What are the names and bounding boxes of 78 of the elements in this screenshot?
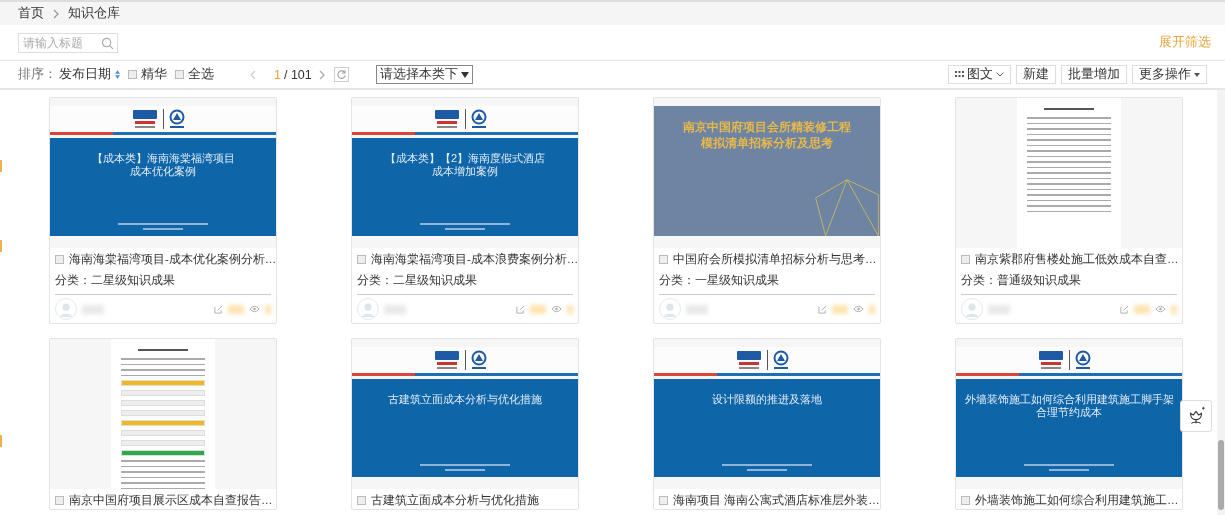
edit-icon [818,304,827,314]
checkbox[interactable] [175,70,184,79]
card-title[interactable]: 古建筑立面成本分析与优化措施 [371,492,539,508]
category-text: 分类：普通级知识成果 [961,272,1177,295]
checkbox[interactable] [961,495,970,505]
document-card[interactable]: 南京中国府项目展示区成本自查报告… [49,338,277,510]
breadcrumb-link[interactable]: 知识仓库 [68,5,120,22]
view-mode-button[interactable]: 图文 [948,65,1011,84]
card-title[interactable]: 海南海棠福湾项目-成本浪费案例分析… [371,251,579,267]
document-card[interactable]: 南京中国府项目会所精装修工程 模拟清单招标分析及思考 中国府会所模拟清单招标分析与思考… 分类：一星级知识成果 [653,97,881,324]
document-card[interactable]: 古建筑立面成本分析与优化措施 古建筑立面成本分析与优化措施 [351,338,579,510]
edit-icon [214,304,223,314]
dropdown-arrow-icon [460,71,469,78]
eye-icon [249,305,260,313]
grid-icon [955,71,964,78]
category-dropdown[interactable]: 请选择本类下 [375,65,473,84]
eye-icon [1155,305,1166,313]
document-card[interactable]: 外墙装饰施工如何综合利用建筑施工脚手架 合理节约成本 外墙装饰施工如何综合利用建筑施工… [955,338,1183,510]
checkbox[interactable] [55,254,64,264]
blurred-count [1134,304,1150,314]
category-text: 分类：二星级知识成果 [357,272,573,295]
slide-title: 南京中国府项目会所精装修工程 模拟清单招标分析及思考 [683,120,851,152]
card-title[interactable]: 外墙装饰施工如何综合利用建筑施工… [975,492,1179,508]
chevron-down-icon [996,72,1004,77]
slide-title: 外墙装饰施工如何综合利用建筑施工脚手架 合理节约成本 [964,393,1174,420]
category-text: 分类：一星级知识成果 [659,272,875,295]
blurred-count [1171,304,1177,314]
edit-icon [1120,304,1129,314]
card-title[interactable]: 海南海棠福湾项目-成本优化案例分析… [69,251,277,267]
more-actions-button[interactable]: 更多操作 [1132,65,1207,84]
eye-icon [853,305,864,313]
checkbox[interactable] [128,70,137,79]
caret-icon [1194,72,1200,77]
sort-field-button[interactable]: 发布日期 [59,66,111,83]
card-title[interactable]: 南京中国府项目展示区成本自查报告… [69,492,273,508]
blurred-count [265,304,271,314]
document-card[interactable]: 【成本类】【2】海南度假式酒店 成本增加案例 海南海棠福湾项目-成本浪费案例分析… 分类：二星级知识成果 [351,97,579,324]
sort-label: 排序： [18,66,57,83]
page-total: / 101 [283,67,312,82]
document-card[interactable]: 【成本类】海南海棠福湾项目 成本优化案例 海南海棠福湾项目-成本优化案例分析… 分类：二星级知识成果 [49,97,277,324]
card-title[interactable]: 海南项目 海南公寓式酒店标准层外装… [673,492,880,508]
edit-icon [516,304,525,314]
checkbox[interactable] [961,254,970,264]
refresh-icon[interactable] [333,67,349,82]
checkbox[interactable] [55,495,64,505]
checkbox[interactable] [357,495,366,505]
search-field[interactable]: 请输入标题 [18,32,118,53]
blurred-count [567,304,573,314]
document-card[interactable]: 设计限额的推进及落地 海南项目 海南公寓式酒店标准层外装… [653,338,881,510]
previous-page-icon[interactable] [250,69,256,80]
slide-title: 【成本类】海南海棠福湾项目 成本优化案例 [91,152,235,179]
toolbar-button[interactable]: 新建 [1016,65,1056,84]
search-icon [101,36,114,50]
slide-title: 设计限额的推进及落地 [712,393,822,407]
chevron-icon [53,8,59,19]
next-page-icon[interactable] [318,69,325,80]
polygon-drawing [814,178,880,236]
checkbox[interactable] [357,254,366,264]
sort-icon[interactable] [115,70,120,79]
category-text: 分类：二星级知识成果 [55,272,271,295]
blurred-count [869,304,875,314]
blurred-count [530,304,546,314]
checkbox[interactable] [659,495,668,505]
current-page: 1 [274,67,281,82]
blurred-count [228,304,244,314]
card-title[interactable]: 中国府会所模拟清单招标分析与思考… [673,251,877,267]
slide-title: 古建筑立面成本分析与优化措施 [388,393,542,407]
card-title[interactable]: 南京紫郡府售楼处施工低效成本自查… [975,251,1179,267]
slide-title: 【成本类】【2】海南度假式酒店 成本增加案例 [384,152,546,179]
eye-icon [551,305,562,313]
blurred-count [832,304,848,314]
breadcrumb-link[interactable]: 首页 [18,5,44,22]
checkbox-label: 全选 [188,66,214,83]
document-card[interactable]: 南京紫郡府售楼处施工低效成本自查… 分类：普通级知识成果 [955,97,1183,324]
checkbox[interactable] [659,254,668,264]
flower-icon[interactable] [1180,400,1212,432]
checkbox-label: 精华 [141,66,167,83]
toolbar-button[interactable]: 批量增加 [1061,65,1127,84]
